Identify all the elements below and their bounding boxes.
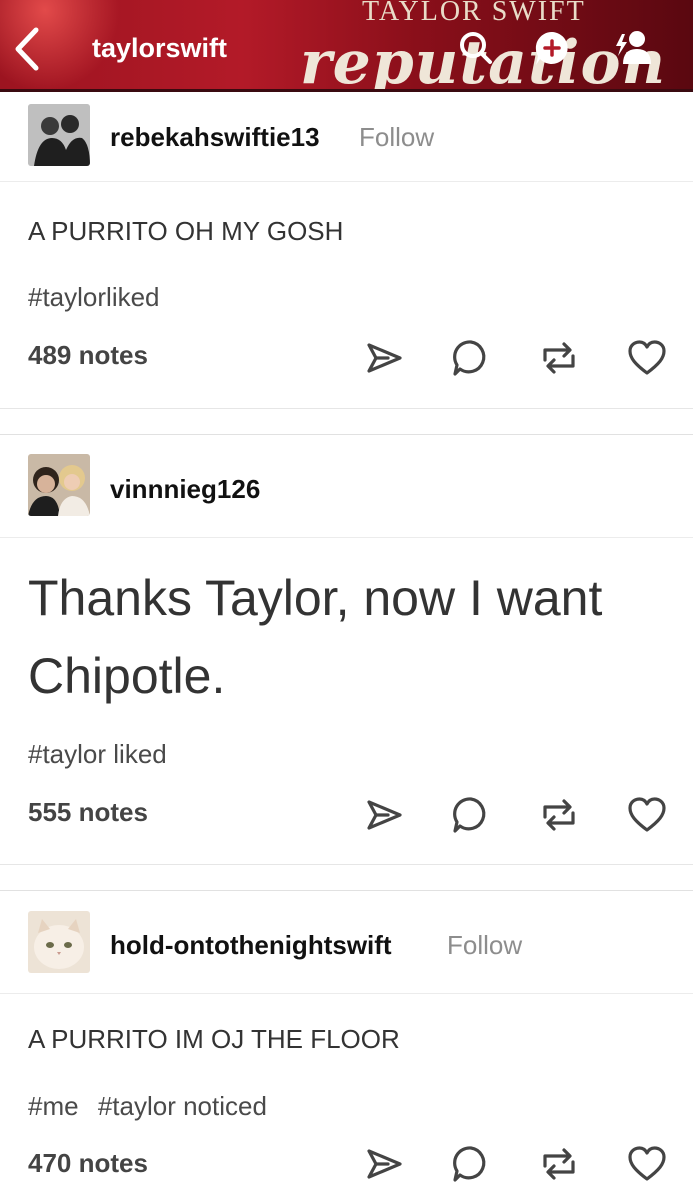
- post-header: vinnnieg126: [0, 436, 693, 538]
- share-icon[interactable]: [362, 336, 406, 380]
- post-header: hold-ontothenightswift Follow: [0, 892, 693, 994]
- tag-link[interactable]: #taylorliked: [28, 282, 160, 312]
- heart-icon[interactable]: [625, 336, 669, 380]
- share-icon[interactable]: [362, 1142, 406, 1186]
- chevron-left-icon: [15, 27, 39, 71]
- comment-icon[interactable]: [449, 1142, 493, 1186]
- search-icon: [460, 32, 492, 64]
- blog-header: TAYLOR SWIFT reputation taylorswift: [0, 0, 693, 92]
- comment-icon[interactable]: [449, 336, 493, 380]
- notes-count[interactable]: 555 notes: [28, 797, 148, 828]
- tag-link[interactable]: #me: [28, 1091, 79, 1121]
- post-username[interactable]: hold-ontothenightswift: [110, 930, 392, 961]
- post-body: A PURRITO IM OJ THE FLOOR: [28, 1024, 400, 1054]
- reblog-icon[interactable]: [537, 1142, 581, 1186]
- blog-title[interactable]: taylorswift: [92, 33, 227, 64]
- heart-icon[interactable]: [625, 793, 669, 837]
- avatar[interactable]: [28, 454, 90, 516]
- follow-button[interactable]: Follow: [359, 122, 434, 153]
- avatar[interactable]: [28, 911, 90, 973]
- reblog-icon[interactable]: [537, 336, 581, 380]
- person-add-icon: [616, 31, 651, 64]
- post-separator: [0, 409, 693, 435]
- post-card: vinnnieg126 Thanks Taylor, now I want Ch…: [0, 436, 693, 865]
- post-username[interactable]: rebekahswiftie13: [110, 122, 320, 153]
- follow-blog-button[interactable]: [612, 28, 652, 68]
- post-body: A PURRITO OH MY GOSH: [28, 216, 344, 246]
- new-post-button[interactable]: [532, 28, 572, 68]
- tag-link[interactable]: #taylor liked: [28, 739, 167, 769]
- follow-button[interactable]: Follow: [447, 930, 522, 961]
- back-button[interactable]: [8, 24, 48, 74]
- post-card: hold-ontothenightswift Follow A PURRITO …: [0, 892, 693, 1200]
- reblog-icon[interactable]: [537, 793, 581, 837]
- post-tags: #taylor liked: [28, 739, 179, 770]
- notes-count[interactable]: 470 notes: [28, 1148, 148, 1179]
- post-card: rebekahswiftie13 Follow A PURRITO OH MY …: [0, 92, 693, 409]
- post-tags: #taylorliked: [28, 282, 172, 313]
- new-post-icon: [535, 31, 568, 65]
- comment-icon[interactable]: [449, 793, 493, 837]
- post-body: Thanks Taylor, now I want Chipotle.: [28, 570, 603, 704]
- post-separator: [0, 865, 693, 891]
- share-icon[interactable]: [362, 793, 406, 837]
- notes-count[interactable]: 489 notes: [28, 340, 148, 371]
- heart-icon[interactable]: [625, 1142, 669, 1186]
- post-username[interactable]: vinnnieg126: [110, 474, 260, 505]
- post-tags: #me #taylor noticed: [28, 1091, 279, 1122]
- tag-link[interactable]: #taylor noticed: [98, 1091, 267, 1121]
- search-button[interactable]: [456, 28, 496, 68]
- avatar[interactable]: [28, 104, 90, 166]
- post-header: rebekahswiftie13 Follow: [0, 92, 693, 182]
- brand-top-text: TAYLOR SWIFT: [362, 0, 586, 27]
